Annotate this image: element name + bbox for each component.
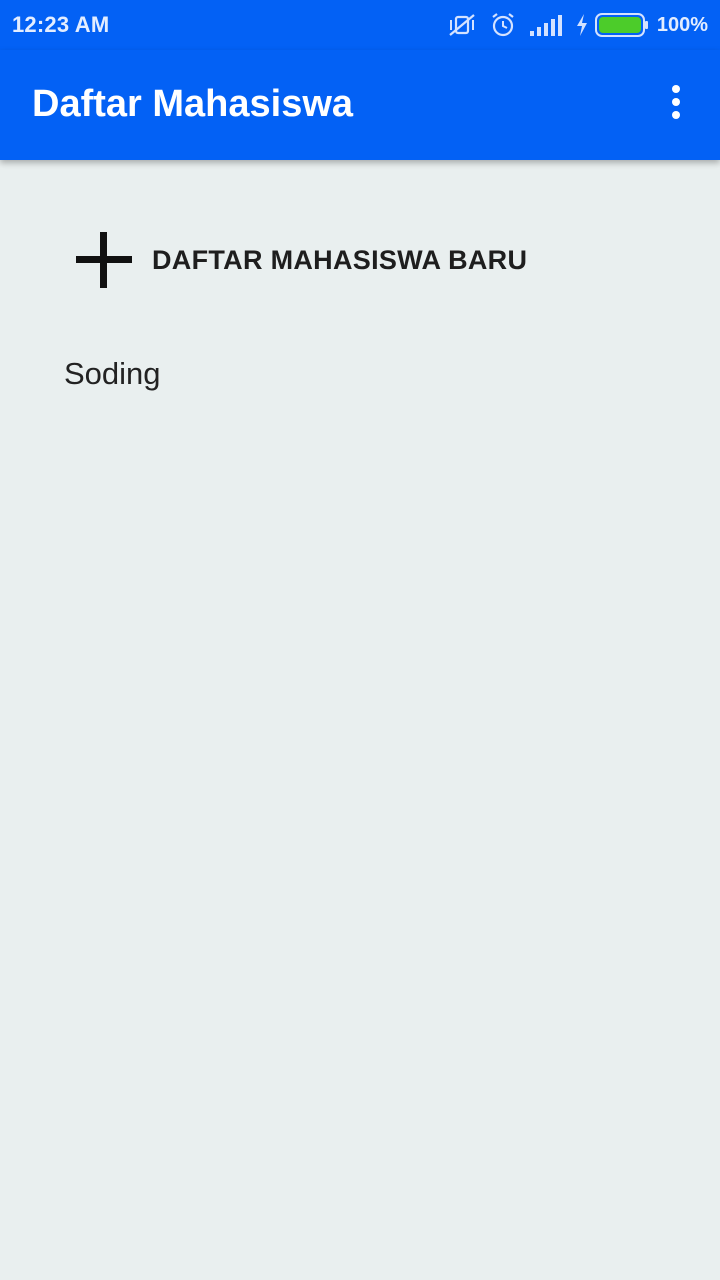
charging-icon bbox=[575, 13, 589, 37]
add-student-label: DAFTAR MAHASISWA BARU bbox=[152, 244, 528, 275]
app-bar: Daftar Mahasiswa bbox=[0, 50, 720, 160]
plus-icon bbox=[66, 222, 142, 298]
list-item[interactable]: Soding bbox=[64, 356, 161, 392]
status-time: 12:23 AM bbox=[12, 12, 110, 37]
add-student-button[interactable]: DAFTAR MAHASISWA BARU bbox=[66, 222, 527, 298]
status-bar: 12:23 AM 100% bbox=[0, 0, 720, 50]
page-title: Daftar Mahasiswa bbox=[32, 83, 354, 125]
signal-icon bbox=[529, 13, 563, 37]
overflow-menu-button[interactable] bbox=[658, 84, 694, 125]
alarm-icon bbox=[489, 11, 517, 39]
student-list: Soding bbox=[64, 356, 161, 392]
more-vert-icon bbox=[670, 84, 682, 125]
battery-icon bbox=[594, 12, 649, 38]
battery-percent: 100% bbox=[656, 13, 708, 36]
vibrate-off-icon bbox=[447, 12, 477, 38]
status-icons: 100% bbox=[435, 0, 708, 50]
main-content: DAFTAR MAHASISWA BARU Soding bbox=[0, 160, 720, 1280]
